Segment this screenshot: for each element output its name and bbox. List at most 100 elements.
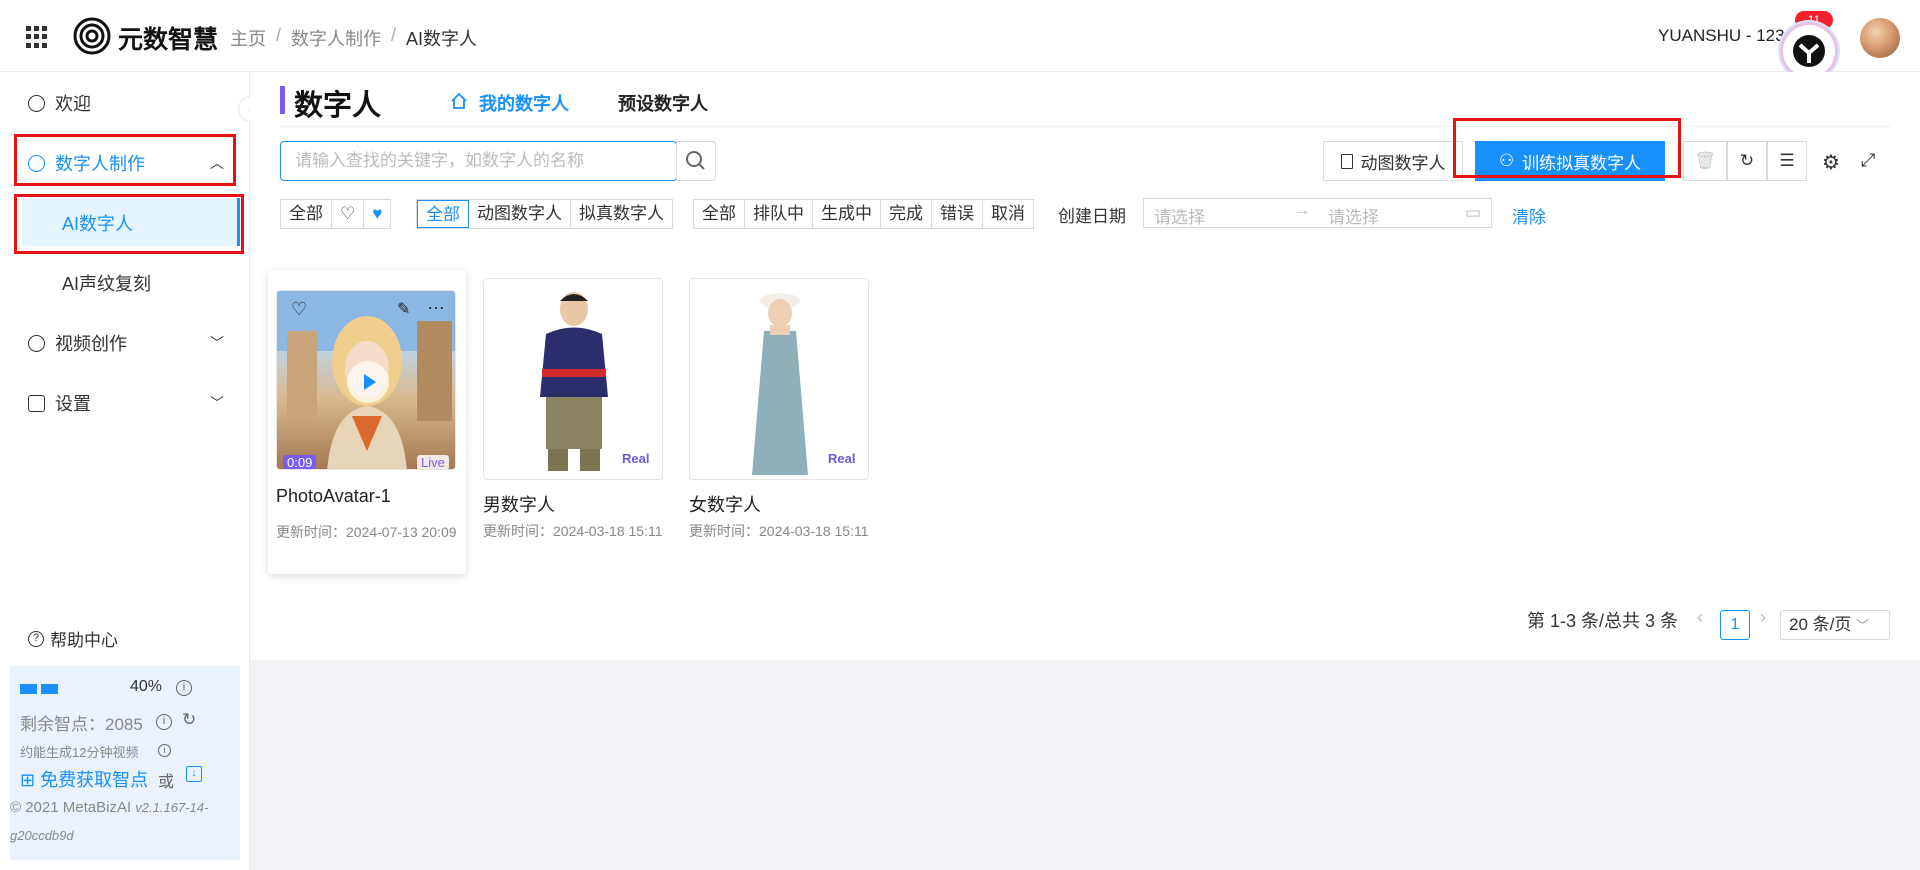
date-start-placeholder: 请选择 bbox=[1154, 208, 1205, 227]
filter-status-all[interactable]: 全部 bbox=[694, 200, 745, 228]
page-number-1[interactable]: 1 bbox=[1720, 610, 1750, 640]
breadcrumb-digital-human[interactable]: 数字人制作 bbox=[291, 25, 381, 51]
live-badge: Live bbox=[417, 455, 449, 469]
tab-preset-digital-human[interactable]: 预设数字人 bbox=[618, 90, 708, 116]
free-points-link[interactable]: ⊞ 免费获取智点 bbox=[20, 766, 148, 792]
duration-badge: 0:09 bbox=[283, 455, 317, 469]
filter-status-generating[interactable]: 生成中 bbox=[813, 200, 881, 228]
clear-filters-link[interactable]: 清除 bbox=[1512, 203, 1546, 228]
sidebar-item-label: 视频创作 bbox=[55, 334, 127, 354]
date-label: 创建日期 bbox=[1058, 207, 1126, 226]
type-filter: 全部 动图数字人 拟真数字人 bbox=[416, 199, 673, 229]
refresh-icon: ↻ bbox=[1739, 151, 1755, 170]
sidebar-subitem-ai-digital-human[interactable]: AI数字人 bbox=[62, 210, 133, 236]
more-icon[interactable]: … bbox=[427, 293, 445, 314]
filter-status-cancelled[interactable]: 取消 bbox=[983, 200, 1033, 228]
info-icon[interactable]: i bbox=[176, 680, 192, 696]
card-time: 更新时间：2024-03-18 15:11 bbox=[689, 521, 879, 542]
filter-type-animated[interactable]: 动图数字人 bbox=[469, 200, 571, 228]
filter-type-all[interactable]: 全部 bbox=[417, 200, 469, 228]
list-icon: ☰ bbox=[1779, 151, 1795, 170]
trash-icon: 🗑 bbox=[1694, 151, 1716, 170]
info-icon[interactable]: i bbox=[156, 714, 172, 730]
filter-heart-outline[interactable]: ♡ bbox=[332, 200, 365, 228]
file-icon bbox=[1340, 153, 1353, 169]
quota-approx: 约能生成12分钟视频 bbox=[20, 745, 139, 760]
time-label: 更新时间： bbox=[483, 523, 553, 539]
highlight-box-train-button bbox=[1453, 118, 1681, 178]
avatar-card-thumbnail[interactable]: Real bbox=[689, 278, 869, 480]
filter-heart-filled[interactable]: ♥ bbox=[364, 200, 390, 228]
quota-percent: 40% bbox=[130, 678, 163, 695]
card-action-icons: ♡ ✎ … bbox=[291, 293, 451, 323]
quota-progress-bar bbox=[20, 684, 58, 694]
top-bar: 元数智慧 主页 / 数字人制作 / AI数字人 YUANSHU - 123123… bbox=[0, 0, 1920, 80]
chevron-up-icon: ︿ bbox=[210, 155, 224, 171]
avatar-card-thumbnail[interactable]: Real bbox=[483, 278, 663, 480]
search-input[interactable] bbox=[281, 142, 676, 180]
fullscreen-icon[interactable]: ⤢ bbox=[1861, 150, 1887, 176]
sidebar-subitem-voice-clone[interactable]: AI声纹复刻 bbox=[62, 270, 151, 296]
gift-icon: ⊞ bbox=[20, 770, 36, 790]
sidebar: 欢迎 数字人制作 ︿ AI数字人 AI声纹复刻 视频创作 ﹀ 设置 ﹀ ? 帮助… bbox=[0, 72, 250, 870]
search-box bbox=[280, 141, 677, 181]
filter-favorite-all[interactable]: 全部 bbox=[281, 200, 332, 228]
card-time: 更新时间：2024-03-18 15:11 bbox=[483, 521, 673, 542]
edit-icon[interactable]: ✎ bbox=[397, 299, 410, 319]
time-label: 更新时间： bbox=[276, 524, 346, 540]
refresh-icon[interactable]: ↻ bbox=[182, 710, 196, 730]
female-avatar-image bbox=[752, 293, 808, 475]
play-circle-icon bbox=[28, 154, 45, 172]
heart-icon[interactable]: ♡ bbox=[291, 299, 307, 320]
card-name: PhotoAvatar-1 bbox=[276, 486, 391, 506]
help-center-label: 帮助中心 bbox=[50, 631, 118, 650]
gear-icon bbox=[28, 394, 45, 412]
settings-gear-icon[interactable]: ⚙ bbox=[1822, 150, 1848, 176]
time-label: 更新时间： bbox=[689, 523, 759, 539]
question-icon: ? bbox=[28, 630, 44, 647]
next-page-icon[interactable]: › bbox=[1760, 607, 1766, 628]
refresh-button[interactable]: ↻ bbox=[1727, 141, 1767, 181]
time-value: 2024-03-18 15:11 bbox=[759, 523, 869, 539]
card-name: 男数字人 bbox=[483, 495, 555, 515]
chevron-down-icon: ﹀ bbox=[1856, 618, 1870, 633]
prev-page-icon[interactable]: ‹ bbox=[1697, 607, 1703, 628]
page-size-select[interactable]: 20 条/页 ﹀ bbox=[1780, 610, 1890, 640]
chevron-down-icon: ﹀ bbox=[210, 395, 224, 411]
status-filter: 全部 排队中 生成中 完成 错误 取消 bbox=[693, 199, 1034, 229]
home-icon bbox=[451, 92, 467, 109]
sidebar-item-label: 欢迎 bbox=[55, 94, 91, 114]
tab-my-digital-human[interactable]: 我的数字人 bbox=[479, 90, 569, 116]
list-view-button[interactable]: ☰ bbox=[1767, 141, 1807, 181]
or-text: 或 bbox=[158, 774, 175, 791]
sidebar-item-settings[interactable]: 设置 ﹀ bbox=[28, 390, 224, 416]
info-icon[interactable]: i bbox=[158, 744, 171, 757]
sidebar-item-video-creation[interactable]: 视频创作 ﹀ bbox=[28, 330, 224, 356]
main-area: 数字人 我的数字人 预设数字人 动图数字人 ⚇ 训练拟真数字人 🗑 bbox=[250, 72, 1920, 870]
favorite-filter: 全部 ♡ ♥ bbox=[280, 199, 392, 229]
breadcrumb-current: AI数字人 bbox=[406, 29, 478, 49]
avatar-card-thumbnail[interactable]: ♡ ✎ … 0:09 Live bbox=[276, 290, 456, 470]
date-range-picker[interactable]: 请选择 → 请选择 ▭ bbox=[1143, 198, 1492, 228]
apps-grid-icon[interactable] bbox=[26, 26, 48, 48]
date-end-placeholder: 请选择 bbox=[1328, 208, 1379, 227]
filter-status-done[interactable]: 完成 bbox=[881, 200, 932, 228]
filter-status-queued[interactable]: 排队中 bbox=[745, 200, 813, 228]
page-title: 数字人 bbox=[294, 90, 382, 122]
search-icon bbox=[686, 151, 705, 170]
filter-status-error[interactable]: 错误 bbox=[932, 200, 983, 228]
delete-button[interactable]: 🗑 bbox=[1683, 141, 1727, 181]
calendar-icon: ▭ bbox=[1464, 203, 1481, 222]
user-avatar[interactable] bbox=[1860, 18, 1900, 58]
filter-type-real[interactable]: 拟真数字人 bbox=[571, 200, 672, 228]
breadcrumb-home[interactable]: 主页 bbox=[230, 25, 266, 51]
title-accent-bar bbox=[280, 86, 285, 114]
quota-remaining: 剩余智点：2085 bbox=[20, 715, 143, 734]
help-center-link[interactable]: ? 帮助中心 bbox=[28, 626, 118, 651]
play-button[interactable] bbox=[347, 361, 389, 403]
download-icon[interactable]: ↓ bbox=[186, 766, 202, 782]
sidebar-item-digital-human[interactable]: 数字人制作 ︿ bbox=[28, 150, 224, 176]
sidebar-item-welcome[interactable]: 欢迎 bbox=[28, 90, 91, 116]
search-button[interactable] bbox=[676, 141, 716, 181]
animated-digital-human-button[interactable]: 动图数字人 bbox=[1323, 141, 1463, 181]
